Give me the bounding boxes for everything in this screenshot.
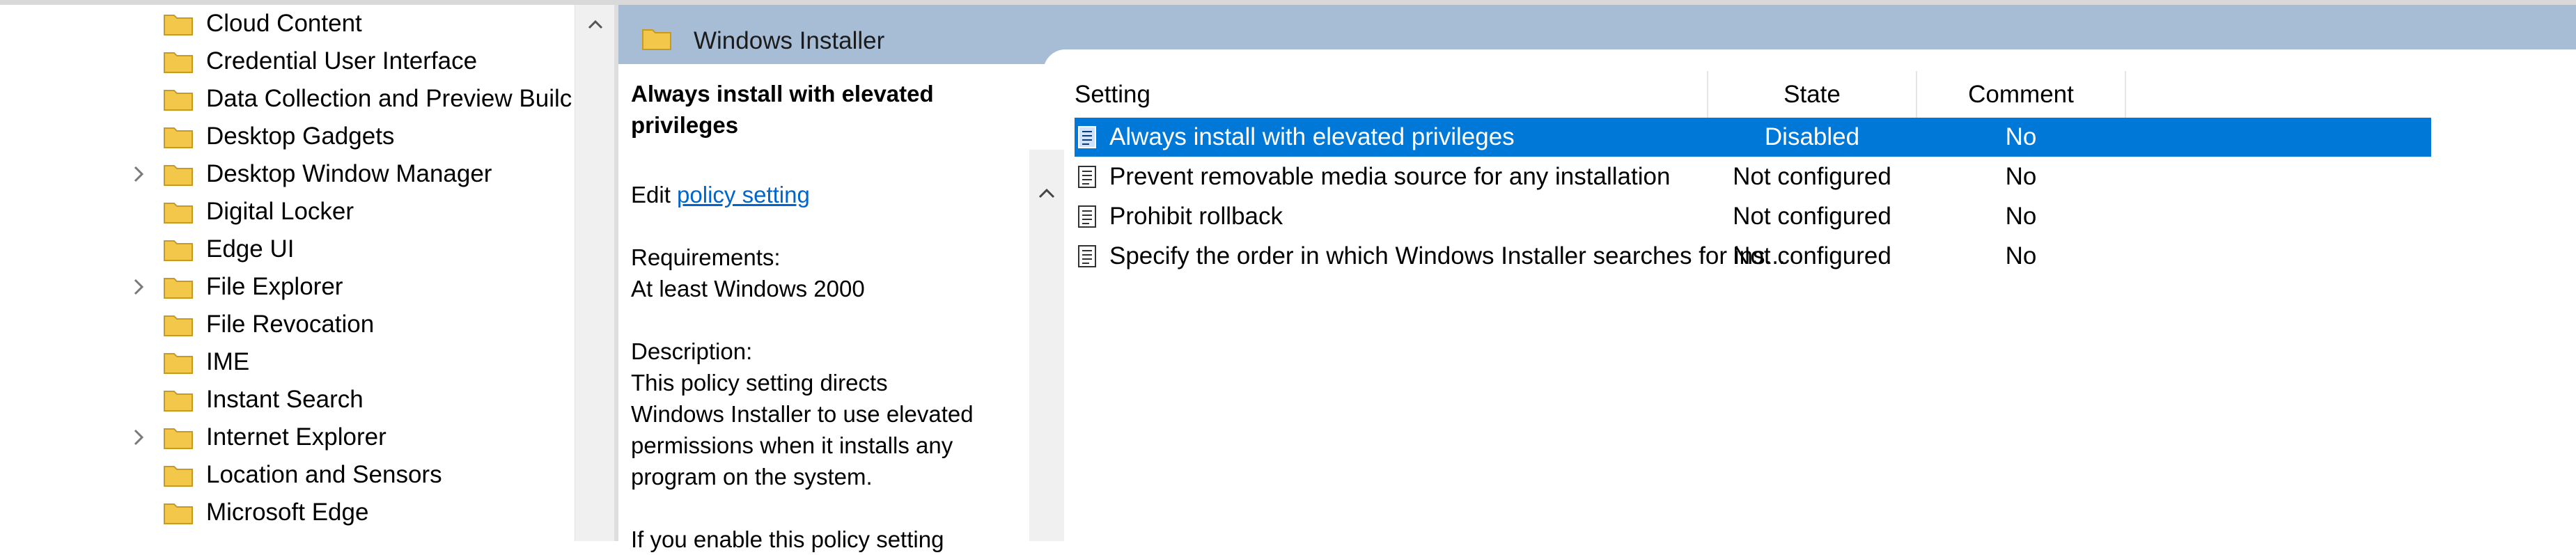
policy-setting-icon [1076, 125, 1100, 149]
policy-setting-icon [1076, 205, 1100, 228]
setting-name: Prohibit rollback [1109, 203, 1283, 230]
requirements-label: Requirements: [631, 244, 781, 270]
chevron-right-icon[interactable] [128, 276, 149, 297]
folder-icon [163, 387, 194, 412]
chevron-up-icon[interactable] [1036, 183, 1057, 204]
chevron-right-icon[interactable] [128, 164, 149, 185]
description-scrollbar[interactable] [1029, 150, 1064, 541]
policy-setting-icon [1076, 244, 1100, 268]
setting-name: Specify the order in which Windows Insta… [1109, 242, 1786, 269]
tree-item-label: Internet Explorer [206, 423, 387, 451]
description-line: program on the system. [631, 464, 873, 490]
description-line: permissions when it installs any [631, 432, 953, 458]
setting-row[interactable]: Prohibit rollback Not configured No [1075, 197, 2431, 236]
description-label: Description: [631, 338, 753, 364]
tree-item[interactable]: Internet Explorer [0, 419, 575, 456]
setting-comment: No [2005, 203, 2037, 230]
folder-icon [163, 500, 194, 525]
setting-comment: No [2005, 123, 2037, 150]
chevron-right-icon[interactable] [128, 427, 149, 448]
edit-policy-line: Edit policy setting [631, 179, 810, 210]
folder-icon [163, 312, 194, 337]
column-header-comment-label: Comment [1968, 81, 2074, 108]
setting-name: Prevent removable media source for any i… [1109, 163, 1671, 190]
tab-curve [1043, 49, 2576, 72]
folder-icon [163, 425, 194, 450]
folder-icon [163, 86, 194, 111]
tree-item-label: IME [206, 348, 250, 375]
column-header-comment[interactable]: Comment [1917, 71, 2126, 118]
tree-item-label: Edge UI [206, 235, 295, 263]
tree-item-label: Credential User Interface [206, 47, 478, 75]
tree-item[interactable]: Cloud Content [0, 5, 575, 42]
folder-icon [163, 162, 194, 187]
folder-icon [163, 199, 194, 224]
tree-item-label: Microsoft Edge [206, 499, 369, 526]
folder-icon [163, 124, 194, 149]
tree-scrollbar[interactable] [575, 5, 615, 541]
tree-item[interactable]: Location and Sensors [0, 456, 575, 494]
tree-item-label: Desktop Gadgets [206, 123, 395, 150]
settings-list: Setting State Comment Always install wit… [1075, 71, 2576, 541]
setting-comment: No [2005, 163, 2037, 190]
column-header-setting-label: Setting [1075, 81, 1150, 108]
description-line-partial: If you enable this policy setting [631, 526, 944, 552]
window-top-edge [0, 0, 2576, 5]
policy-tree-pane[interactable]: Cloud Content Credential User Interface Da… [0, 5, 575, 541]
tree-item-label: File Explorer [206, 273, 343, 300]
column-header-state-label: State [1783, 81, 1841, 108]
description-title-line1: Always install with elevated [631, 81, 934, 107]
tree-item[interactable]: Credential User Interface [0, 42, 575, 80]
column-header-setting[interactable]: Setting [1075, 71, 1708, 118]
tree-item[interactable]: Edge UI [0, 230, 575, 268]
folder-icon [163, 49, 194, 74]
tree-item[interactable]: Desktop Gadgets [0, 118, 575, 155]
description-line: This policy setting directs [631, 370, 888, 396]
setting-state: Disabled [1764, 123, 1860, 150]
folder-icon [641, 26, 672, 51]
tree-item[interactable]: Digital Locker [0, 193, 575, 230]
requirements-value: At least Windows 2000 [631, 276, 865, 302]
column-header-state[interactable]: State [1708, 71, 1917, 118]
edit-policy-link[interactable]: policy setting [677, 182, 810, 208]
description-line: Windows Installer to use elevated [631, 401, 974, 427]
tree-item-label: Cloud Content [206, 10, 362, 37]
settings-pane-title: Windows Installer [694, 27, 885, 54]
tree-item[interactable]: File Explorer [0, 268, 575, 306]
tree-item[interactable]: IME [0, 343, 575, 381]
folder-icon [163, 462, 194, 487]
tree-item-label: File Revocation [206, 311, 375, 338]
folder-icon [163, 11, 194, 36]
tree-item-label: Digital Locker [206, 198, 354, 225]
tree-item[interactable]: Instant Search [0, 381, 575, 419]
setting-row[interactable]: Prevent removable media source for any i… [1075, 157, 2431, 196]
tree-item-label: Data Collection and Preview Builc [206, 85, 572, 112]
setting-state: Not configured [1733, 242, 1891, 269]
setting-state: Not configured [1733, 203, 1891, 230]
tree-item[interactable]: File Revocation [0, 306, 575, 343]
tree-item-label: Location and Sensors [206, 461, 442, 488]
tree-item[interactable]: Data Collection and Preview Builc [0, 80, 575, 118]
folder-icon [163, 237, 194, 262]
tree-item-label: Desktop Window Manager [206, 160, 492, 187]
settings-pane: Windows Installer Always install with el… [618, 5, 2576, 552]
setting-name: Always install with elevated privileges [1109, 123, 1515, 150]
chevron-up-icon[interactable] [585, 15, 606, 36]
description-pane: Always install with elevated privileges … [618, 71, 1029, 552]
policy-setting-icon [1076, 165, 1100, 189]
folder-icon [163, 274, 194, 299]
edit-prefix: Edit [631, 182, 671, 208]
folder-icon [163, 350, 194, 375]
tree-item[interactable]: Microsoft Edge [0, 494, 575, 531]
setting-state: Not configured [1733, 163, 1891, 190]
tree-item-label: Instant Search [206, 386, 364, 413]
setting-row[interactable]: Specify the order in which Windows Insta… [1075, 237, 2431, 276]
description-title-line2: privileges [631, 112, 739, 138]
setting-comment: No [2005, 242, 2037, 269]
setting-row[interactable]: Always install with elevated privileges D… [1075, 118, 2431, 157]
tree-item[interactable]: Desktop Window Manager [0, 155, 575, 193]
